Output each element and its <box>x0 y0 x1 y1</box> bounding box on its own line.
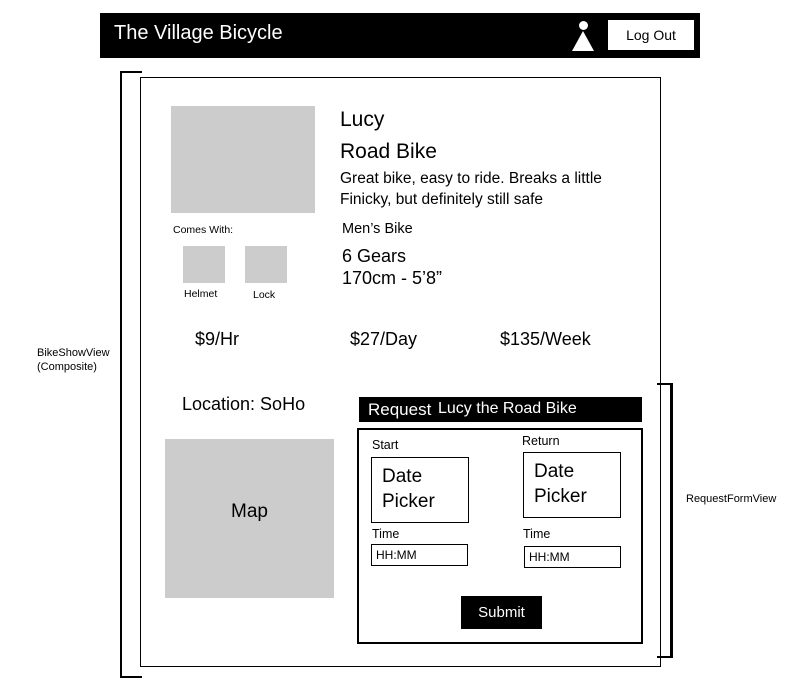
map-label: Map <box>231 501 268 522</box>
bike-gears: 6 Gears <box>342 246 407 266</box>
bike-description: Great bike, easy to ride. Breaks a littl… <box>340 170 602 208</box>
start-date-picker[interactable]: Date Picker <box>371 457 469 523</box>
date-picker-line: Date <box>534 461 575 482</box>
annotation-line: (Composite) <box>37 361 97 373</box>
start-label: Start <box>372 438 399 452</box>
helmet-image <box>183 246 225 283</box>
start-time-input[interactable] <box>371 544 468 566</box>
return-time-input[interactable] <box>524 546 621 568</box>
location-label: Location: SoHo <box>182 394 306 414</box>
request-heading-bike: Lucy the Road Bike <box>438 400 577 417</box>
requestformview-annotation: RequestFormView <box>686 493 777 505</box>
lock-image <box>245 246 287 283</box>
start-time-label: Time <box>372 527 400 541</box>
date-picker-line: Picker <box>534 486 587 507</box>
return-label: Return <box>522 434 560 448</box>
submit-button[interactable]: Submit <box>461 596 542 629</box>
map[interactable]: Map <box>165 439 334 598</box>
bike-photo <box>171 106 315 213</box>
bikeshowview-annotation: BikeShowView (Composite) <box>37 346 110 374</box>
user-icon[interactable] <box>570 21 596 51</box>
return-date-picker[interactable]: Date Picker <box>523 452 621 518</box>
price-weekly: $135/Week <box>500 329 591 349</box>
helmet-label: Helmet <box>184 288 218 300</box>
app-header: The Village Bicycle Log Out <box>100 13 700 58</box>
lock-label: Lock <box>253 289 276 301</box>
bike-type: Road Bike <box>340 140 437 163</box>
bike-gender: Men’s Bike <box>342 221 413 237</box>
request-form-header: Request Lucy the Road Bike <box>359 397 642 422</box>
price-daily: $27/Day <box>350 329 418 349</box>
bikeshowview-bracket <box>120 71 142 678</box>
bike-name: Lucy <box>340 108 385 131</box>
date-picker-line: Date <box>382 466 423 487</box>
app-title: The Village Bicycle <box>114 22 283 44</box>
bike-size: 170cm - 5’8” <box>342 268 443 288</box>
logout-button[interactable]: Log Out <box>608 20 694 50</box>
accessories-heading: Comes With: <box>173 224 234 236</box>
date-picker-line: Picker <box>382 491 435 512</box>
annotation-line: BikeShowView <box>37 347 110 359</box>
return-time-label: Time <box>523 527 551 541</box>
request-heading-prefix: Request <box>368 400 432 419</box>
price-hourly: $9/Hr <box>195 329 240 349</box>
